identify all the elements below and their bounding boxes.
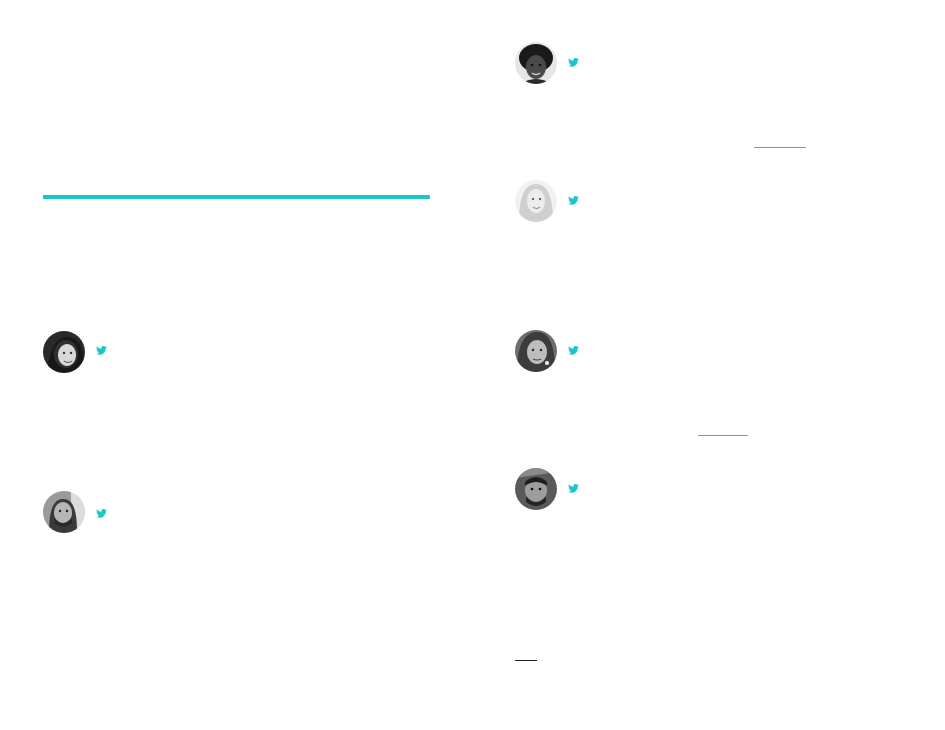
twitter-icon[interactable] [568, 58, 579, 67]
twitter-icon[interactable] [568, 346, 579, 355]
profile-card-5[interactable] [515, 330, 557, 372]
profile-card-2[interactable] [43, 491, 85, 533]
avatar[interactable] [43, 331, 85, 373]
avatar[interactable] [43, 491, 85, 533]
twitter-icon[interactable] [568, 196, 579, 205]
twitter-icon[interactable] [96, 509, 107, 518]
link-underline[interactable] [515, 660, 537, 661]
section-divider [43, 195, 430, 199]
link-underline[interactable] [754, 147, 806, 148]
avatar[interactable] [515, 330, 557, 372]
page [0, 0, 945, 730]
profile-card-4[interactable] [515, 180, 557, 222]
avatar[interactable] [515, 42, 557, 84]
twitter-icon[interactable] [568, 484, 579, 493]
profile-card-1[interactable] [43, 331, 85, 373]
avatar[interactable] [515, 180, 557, 222]
avatar[interactable] [515, 468, 557, 510]
profile-card-3[interactable] [515, 42, 557, 84]
link-underline[interactable] [698, 435, 748, 436]
twitter-icon[interactable] [96, 346, 107, 355]
profile-card-6[interactable] [515, 468, 557, 510]
